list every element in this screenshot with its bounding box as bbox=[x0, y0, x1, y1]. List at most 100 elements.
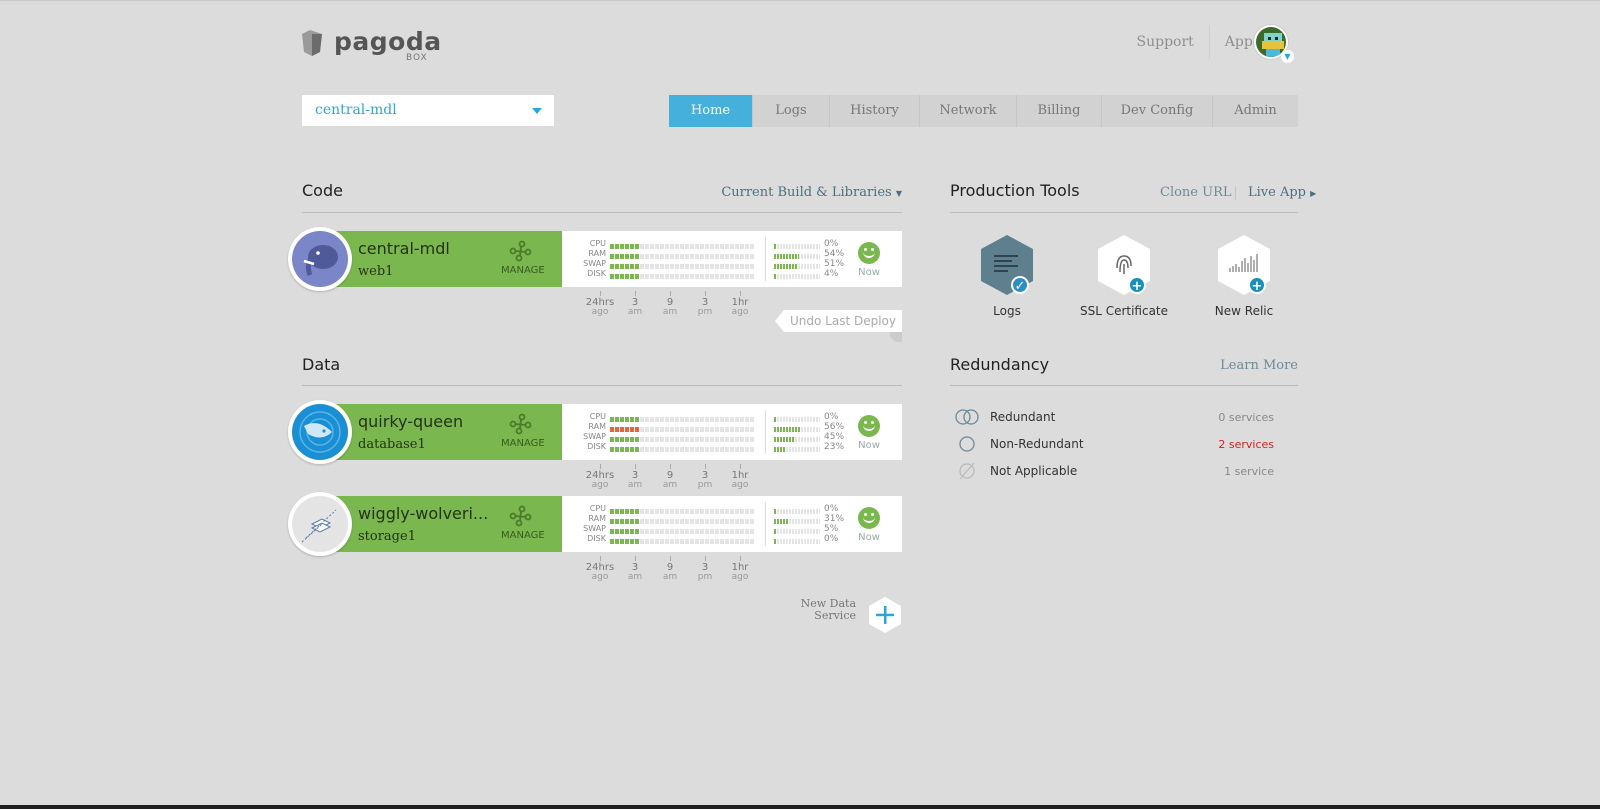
service-row[interactable]: quirky-queen database1 MANAGE CPU RAM SWAP DIS… bbox=[288, 400, 902, 464]
usage-bar bbox=[774, 263, 820, 269]
redundant-count: 0 services bbox=[1218, 410, 1274, 424]
service-name[interactable]: central-mdl bbox=[358, 239, 498, 258]
now-label: Now bbox=[858, 267, 880, 278]
service-row[interactable]: wiggly-wolveri... storage1 MANAGE CPU RAM SWA… bbox=[288, 492, 902, 556]
undo-last-deploy-button[interactable]: Undo Last Deploy bbox=[775, 310, 902, 332]
manage-icon[interactable] bbox=[508, 505, 534, 527]
time-tick-bottom: am bbox=[662, 307, 678, 317]
tab-admin[interactable]: Admin bbox=[1212, 95, 1298, 127]
time-tick: 3 am bbox=[615, 291, 655, 317]
storage-icon bbox=[292, 496, 348, 552]
usage-percent: 56% bbox=[824, 422, 845, 432]
not-applicable-count: 1 service bbox=[1224, 464, 1274, 478]
time-tick: 9 am bbox=[650, 464, 690, 490]
tab-dev-config[interactable]: Dev Config bbox=[1101, 95, 1212, 127]
tab-logs[interactable]: Logs bbox=[752, 95, 829, 127]
non-redundant-label: Non-Redundant bbox=[990, 437, 1084, 451]
service-name[interactable]: quirky-queen bbox=[358, 412, 498, 431]
logs-tool[interactable]: ✓ Logs bbox=[957, 234, 1057, 318]
live-app-label: Live App bbox=[1248, 185, 1306, 200]
metric-label: CPU bbox=[589, 412, 606, 421]
history-row bbox=[610, 506, 758, 516]
current-usage-bars bbox=[774, 506, 824, 546]
manage-button[interactable]: MANAGE bbox=[501, 265, 545, 276]
caret-down-icon: ▼ bbox=[895, 189, 902, 198]
service-avatar[interactable] bbox=[288, 492, 352, 556]
support-link[interactable]: Support bbox=[1122, 25, 1209, 59]
time-axis: 24hrs ago 3 am 9 am 3 pm 1hr ago bbox=[582, 464, 762, 492]
time-tick: 24hrs ago bbox=[580, 464, 620, 490]
logs-tool-label: Logs bbox=[993, 304, 1021, 318]
clone-url-link[interactable]: Clone URL bbox=[1160, 185, 1232, 200]
app-select-value: central-mdl bbox=[315, 102, 397, 118]
redundant-label: Redundant bbox=[990, 410, 1056, 424]
bottom-bar bbox=[0, 805, 1600, 809]
usage-bar bbox=[774, 426, 820, 432]
new-relic-tool[interactable]: + New Relic bbox=[1194, 234, 1294, 318]
new-relic-tool-label: New Relic bbox=[1214, 304, 1274, 318]
app-select[interactable]: central-mdl bbox=[302, 95, 554, 126]
time-tick-bottom: ago bbox=[591, 572, 609, 582]
usage-percent: 4% bbox=[824, 269, 839, 279]
time-tick: 3 am bbox=[615, 556, 655, 582]
top-border bbox=[0, 0, 1600, 1]
metric-label: SWAP bbox=[583, 259, 606, 268]
ssl-certificate-tool[interactable]: + SSL Certificate bbox=[1074, 234, 1174, 318]
service-avatar[interactable] bbox=[288, 227, 352, 291]
avatar-dropdown-icon[interactable]: ▼ bbox=[1281, 50, 1294, 63]
manage-button[interactable]: MANAGE bbox=[501, 530, 545, 541]
usage-percent: 0% bbox=[824, 239, 839, 249]
pagoda-box-logo[interactable]: pagoda BOX bbox=[300, 28, 442, 63]
usage-bar bbox=[774, 273, 820, 279]
history-row bbox=[610, 516, 758, 526]
time-tick: 1hr ago bbox=[720, 464, 760, 490]
history-row bbox=[610, 444, 758, 454]
service-name[interactable]: wiggly-wolveri... bbox=[358, 504, 498, 523]
metric-divider bbox=[765, 502, 766, 546]
manage-icon[interactable] bbox=[508, 413, 534, 435]
metric-labels: CPU RAM SWAP DISK bbox=[580, 412, 606, 452]
check-icon: ✓ bbox=[1011, 276, 1029, 294]
service-id: web1 bbox=[358, 264, 394, 279]
time-tick-bottom: ago bbox=[731, 480, 749, 490]
usage-bar bbox=[774, 508, 820, 514]
metric-label: RAM bbox=[588, 514, 606, 523]
current-build-link[interactable]: Current Build & Libraries ▼ bbox=[721, 185, 902, 200]
metrics-panel: CPU RAM SWAP DISK 0% 31% 5% 0% Now bbox=[562, 496, 902, 552]
live-app-link[interactable]: Live App ▶ bbox=[1248, 185, 1316, 200]
time-tick-bottom: pm bbox=[697, 307, 713, 317]
metrics-panel: CPU RAM SWAP DISK 0% 54% 51% 4% Now bbox=[562, 231, 902, 287]
time-tick-bottom: am bbox=[627, 480, 643, 490]
redundant-icon bbox=[955, 409, 979, 425]
ssl-tool-label: SSL Certificate bbox=[1079, 304, 1169, 318]
tab-history[interactable]: History bbox=[829, 95, 919, 127]
chevron-down-icon bbox=[532, 108, 542, 114]
manage-icon[interactable] bbox=[508, 240, 534, 262]
tab-home[interactable]: Home bbox=[669, 95, 752, 127]
usage-bar bbox=[774, 518, 820, 524]
tab-network[interactable]: Network bbox=[919, 95, 1016, 127]
redundancy-row-redundant: Redundant 0 services bbox=[954, 404, 1300, 430]
history-row bbox=[610, 414, 758, 424]
learn-more-link[interactable]: Learn More bbox=[1220, 358, 1298, 373]
time-tick: 3 am bbox=[615, 464, 655, 490]
new-data-service-label[interactable]: New Data Service bbox=[796, 598, 856, 622]
metric-label: RAM bbox=[588, 422, 606, 431]
caret-right-icon: ▶ bbox=[1310, 189, 1317, 198]
time-tick-bottom: ago bbox=[591, 307, 609, 317]
usage-bar bbox=[774, 243, 820, 249]
add-data-service-button[interactable] bbox=[868, 596, 902, 634]
service-row[interactable]: central-mdl web1 MANAGE CPU RAM SWAP DISK 0% 54%… bbox=[288, 227, 902, 291]
now-label: Now bbox=[858, 440, 880, 451]
tab-billing[interactable]: Billing bbox=[1016, 95, 1101, 127]
plus-icon: + bbox=[1248, 276, 1266, 294]
history-row bbox=[610, 536, 758, 546]
time-tick-bottom: am bbox=[662, 480, 678, 490]
manage-button[interactable]: MANAGE bbox=[501, 438, 545, 449]
usage-bar bbox=[774, 253, 820, 259]
time-tick-bottom: ago bbox=[731, 307, 749, 317]
usage-bar bbox=[774, 416, 820, 422]
code-divider bbox=[302, 212, 902, 213]
redundancy-title: Redundancy bbox=[950, 355, 1050, 374]
service-avatar[interactable] bbox=[288, 400, 352, 464]
